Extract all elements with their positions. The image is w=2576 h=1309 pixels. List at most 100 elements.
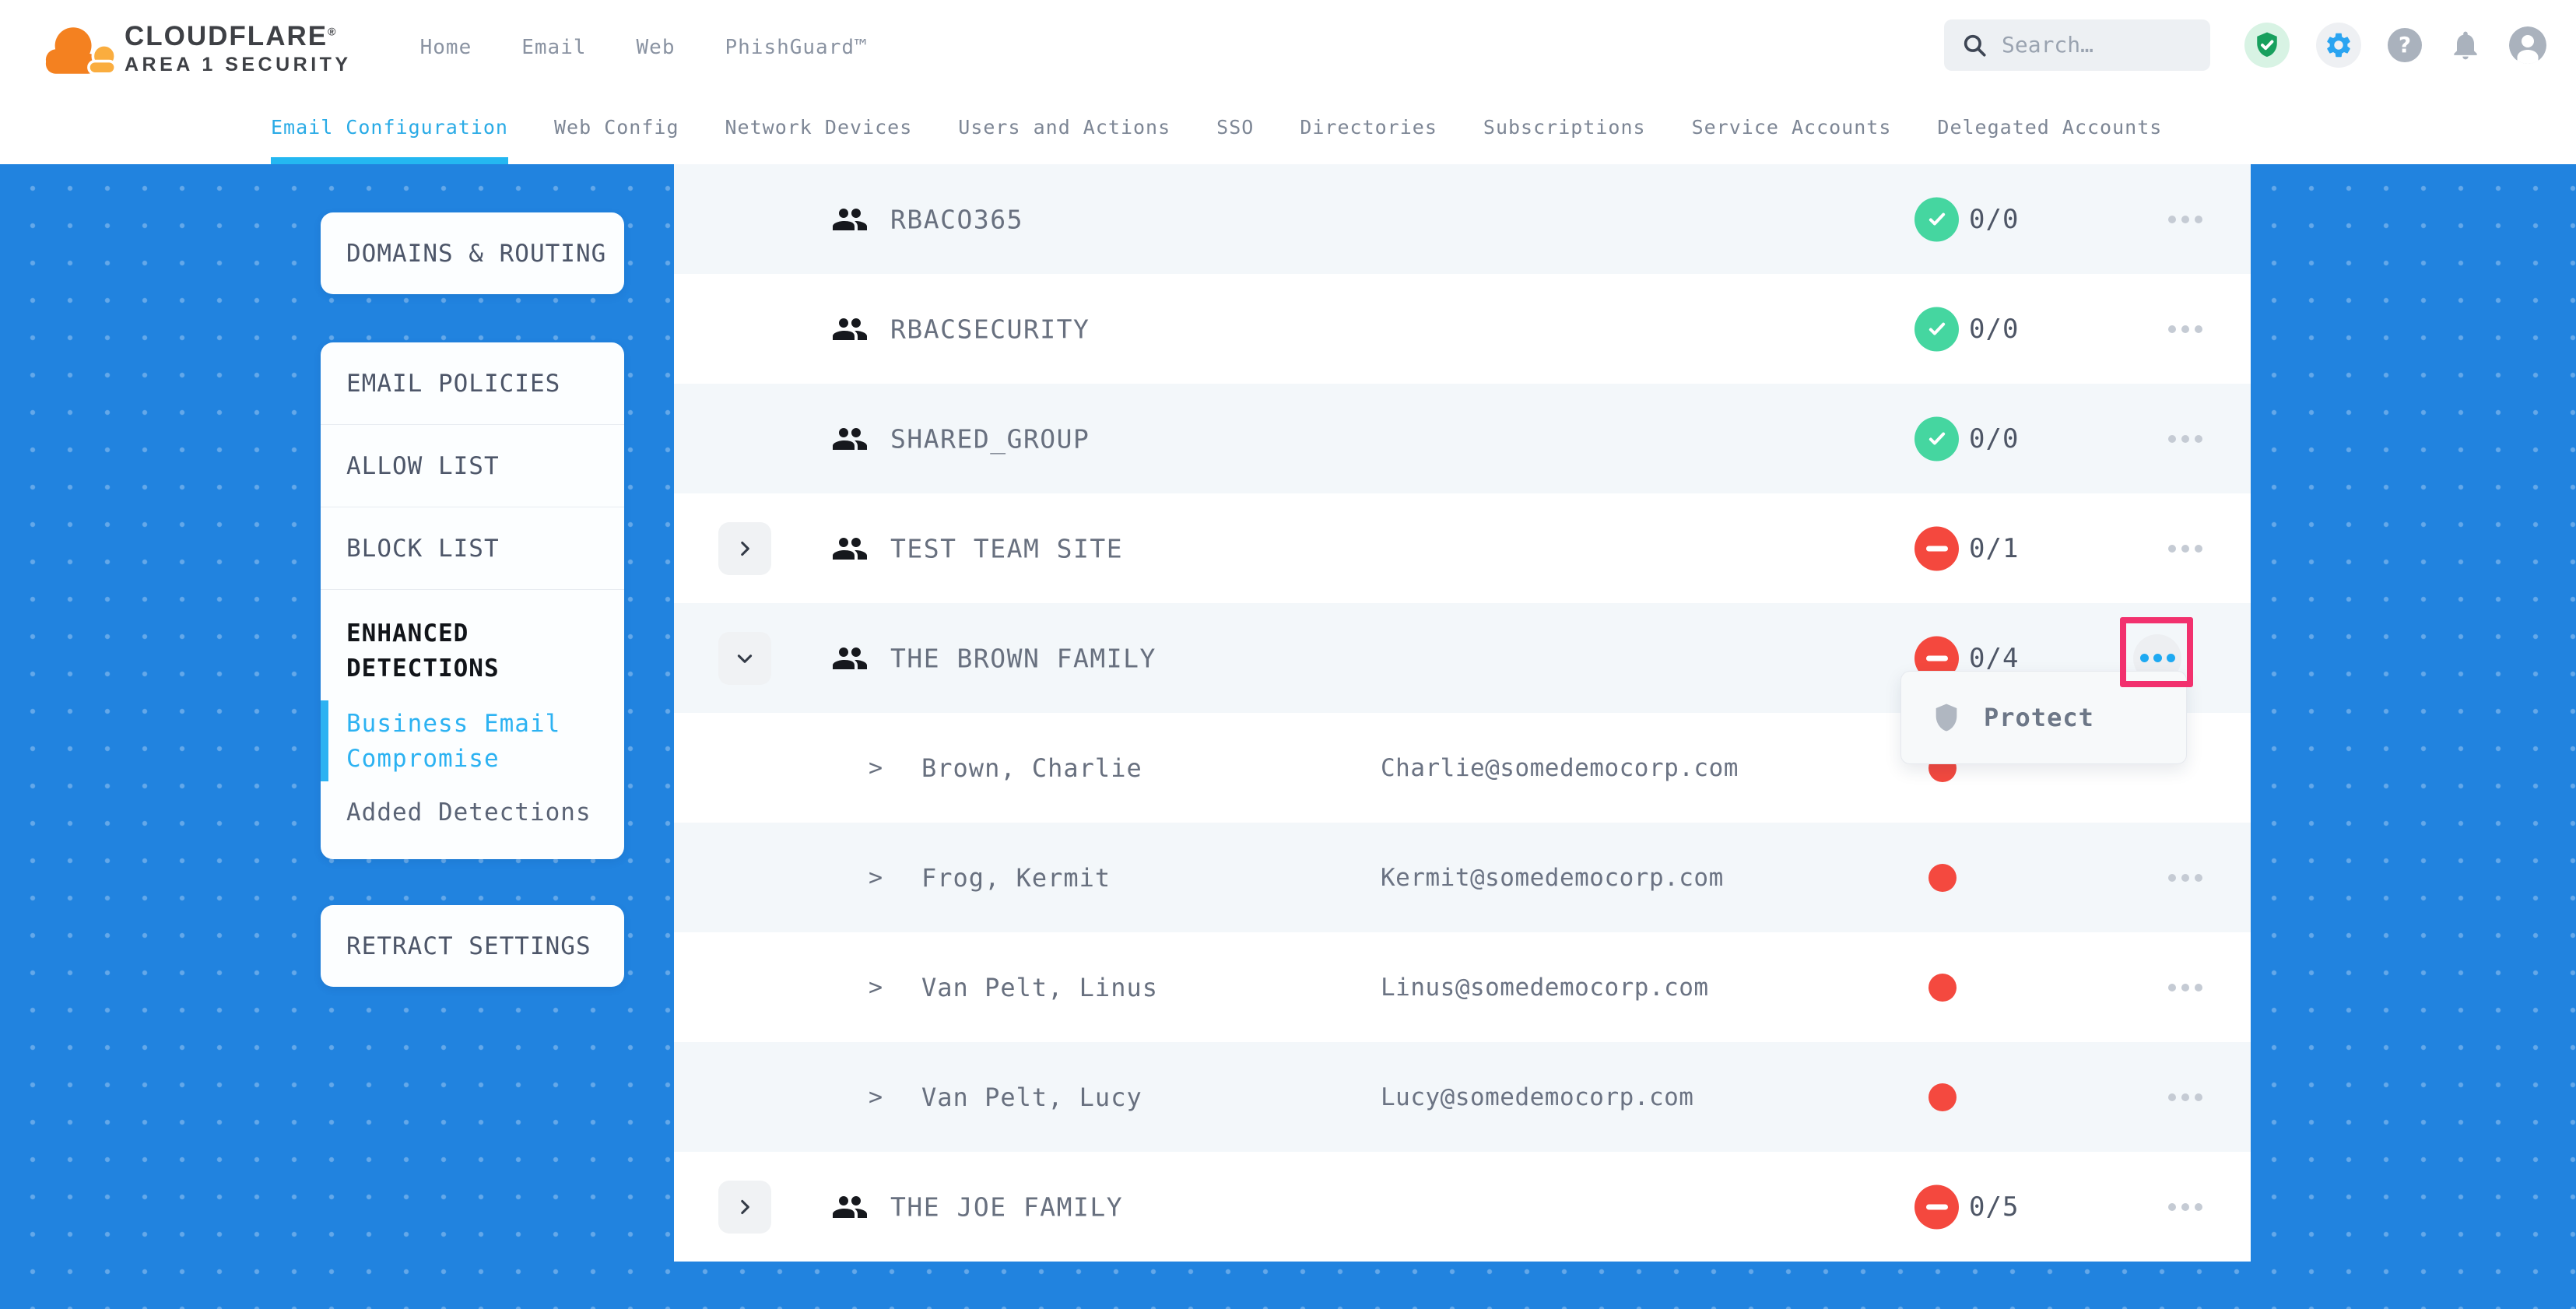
status-red-dot bbox=[1928, 974, 1957, 1002]
search-box[interactable] bbox=[1944, 19, 2210, 71]
protected-count: 0/0 bbox=[1969, 204, 2019, 235]
tab-subscriptions[interactable]: Subscriptions bbox=[1483, 89, 1646, 164]
sidebar-card-retract-settings[interactable]: RETRACT SETTINGS bbox=[321, 905, 624, 987]
group-name: SHARED_GROUP bbox=[890, 423, 1090, 454]
tab-service-accounts[interactable]: Service Accounts bbox=[1692, 89, 1892, 164]
person-name: Van Pelt, Lucy bbox=[921, 1083, 1142, 1112]
cloudflare-logo[interactable]: CLOUDFLARE® AREA 1 SECURITY bbox=[45, 9, 352, 82]
chevron-right-icon[interactable]: > bbox=[869, 754, 883, 781]
brand-reg-mark: ® bbox=[328, 25, 337, 37]
group-table-panel: RBACO3650/0 RBACSECURITY 0/0 SHARED_GROUP 0/… bbox=[674, 164, 2251, 1262]
tab-delegated-accounts[interactable]: Delegated Accounts bbox=[1937, 89, 2162, 164]
active-item-indicator-bar bbox=[321, 700, 328, 781]
nav-link-home[interactable]: Home bbox=[420, 36, 472, 59]
cloudflare-cloud-icon bbox=[45, 19, 117, 82]
nav-link-email[interactable]: Email bbox=[521, 36, 586, 59]
group-icon bbox=[831, 642, 869, 675]
status-ok-badge bbox=[1914, 197, 1959, 241]
sidebar-card-policies: EMAIL POLICIES ALLOW LIST BLOCK LIST ENH… bbox=[321, 342, 624, 859]
brand-line1: CLOUDFLARE bbox=[125, 21, 328, 51]
person-name: Van Pelt, Linus bbox=[921, 973, 1158, 1002]
account-button[interactable] bbox=[2509, 26, 2546, 64]
sidebar-item-allow-list[interactable]: ALLOW LIST bbox=[321, 425, 624, 507]
help-icon: ? bbox=[2388, 28, 2422, 62]
table-row: RBACO3650/0 bbox=[674, 164, 2251, 274]
expand-group-button[interactable] bbox=[718, 1181, 771, 1234]
chevron-right-icon bbox=[735, 539, 755, 559]
brand-line2: AREA 1 SECURITY bbox=[125, 55, 352, 75]
status-blocked-badge bbox=[1914, 526, 1959, 570]
sidebar-section-enhanced-detections: ENHANCED DETECTIONS Business Email Compr… bbox=[321, 590, 624, 859]
person-email: Kermit@somedemocorp.com bbox=[1381, 864, 1724, 892]
group-icon bbox=[831, 1191, 869, 1223]
brand-text: CLOUDFLARE® AREA 1 SECURITY bbox=[125, 23, 352, 75]
group-name: RBACSECURITY bbox=[890, 314, 1090, 344]
group-name: THE JOE FAMILY bbox=[890, 1191, 1123, 1222]
secondary-tabbar: Email Configuration Web Config Network D… bbox=[0, 89, 2576, 164]
sidebar-card-domains-routing[interactable]: DOMAINS & ROUTING bbox=[321, 212, 624, 294]
sidebar-item-retract-settings[interactable]: RETRACT SETTINGS bbox=[321, 932, 591, 960]
shield-check-icon bbox=[2253, 31, 2281, 59]
sidebar-item-email-policies[interactable]: EMAIL POLICIES bbox=[321, 342, 624, 425]
status-red-dot bbox=[1928, 1083, 1957, 1111]
collapse-group-button[interactable] bbox=[718, 632, 771, 685]
shield-icon bbox=[1931, 700, 1962, 735]
sidebar-item-business-email-compromise[interactable]: Business Email Compromise bbox=[346, 707, 598, 777]
tab-email-configuration[interactable]: Email Configuration bbox=[271, 89, 508, 164]
gear-icon bbox=[2324, 30, 2353, 60]
group-icon bbox=[831, 532, 869, 565]
chevron-right-icon[interactable]: > bbox=[869, 1083, 883, 1111]
group-name: TEST TEAM SITE bbox=[890, 533, 1123, 563]
settings-button[interactable] bbox=[2316, 23, 2361, 68]
search-icon bbox=[1961, 32, 1988, 58]
avatar-icon bbox=[2509, 26, 2546, 64]
nav-link-web[interactable]: Web bbox=[637, 36, 676, 59]
notifications-button[interactable] bbox=[2448, 28, 2483, 62]
table-row: SHARED_GROUP 0/0 bbox=[674, 384, 2251, 493]
help-button[interactable]: ? bbox=[2388, 28, 2422, 62]
row-actions-menu-button[interactable] bbox=[2165, 429, 2206, 449]
bell-icon bbox=[2448, 28, 2483, 62]
chevron-right-icon[interactable]: > bbox=[869, 974, 883, 1001]
status-ok-badge bbox=[1914, 307, 1959, 351]
table-row: >Frog, KermitKermit@somedemocorp.com bbox=[674, 823, 2251, 932]
bec-label: Business Email Compromise bbox=[346, 710, 560, 773]
group-icon bbox=[831, 423, 869, 455]
sidebar-item-domains-routing[interactable]: DOMAINS & ROUTING bbox=[321, 240, 606, 268]
expand-group-button[interactable] bbox=[718, 522, 771, 575]
tab-web-config[interactable]: Web Config bbox=[554, 89, 679, 164]
protected-count: 0/0 bbox=[1969, 314, 2019, 345]
group-icon bbox=[831, 313, 869, 346]
table-row: > Van Pelt, Lucy Lucy@somedemocorp.com bbox=[674, 1042, 2251, 1152]
tab-directories[interactable]: Directories bbox=[1300, 89, 1437, 164]
row-actions-menu-button[interactable] bbox=[2165, 1087, 2206, 1107]
row-actions-menu-button[interactable] bbox=[2165, 209, 2206, 230]
security-status-button[interactable] bbox=[2244, 23, 2290, 68]
enhanced-detections-heading: ENHANCED DETECTIONS bbox=[346, 616, 598, 686]
chevron-right-icon[interactable]: > bbox=[869, 864, 883, 891]
protected-count: 0/4 bbox=[1969, 643, 2019, 674]
top-nav: Home Email Web PhishGuard™ bbox=[420, 36, 868, 59]
status-red-dot bbox=[1928, 864, 1957, 892]
row-actions-menu-button[interactable] bbox=[2165, 539, 2206, 559]
sidebar-item-added-detections[interactable]: Added Detections bbox=[346, 798, 598, 826]
protected-count: 0/0 bbox=[1969, 423, 2019, 454]
person-email: Lucy@somedemocorp.com bbox=[1381, 1083, 1693, 1111]
table-row: TEST TEAM SITE0/1 bbox=[674, 493, 2251, 603]
chevron-right-icon bbox=[735, 1197, 755, 1217]
tab-network-devices[interactable]: Network Devices bbox=[725, 89, 913, 164]
row-actions-menu-button[interactable] bbox=[2165, 1197, 2206, 1217]
row-actions-menu-button[interactable] bbox=[2165, 319, 2206, 339]
sidebar-item-block-list[interactable]: BLOCK LIST bbox=[321, 507, 624, 590]
nav-link-phishguard[interactable]: PhishGuard™ bbox=[725, 36, 867, 59]
search-input[interactable] bbox=[2000, 31, 2174, 58]
row-actions-menu-button[interactable] bbox=[2165, 977, 2206, 998]
tab-users-and-actions[interactable]: Users and Actions bbox=[958, 89, 1170, 164]
protected-count: 0/5 bbox=[1969, 1191, 2019, 1223]
tab-sso[interactable]: SSO bbox=[1216, 89, 1254, 164]
status-ok-badge bbox=[1914, 416, 1959, 461]
row-actions-menu-button[interactable] bbox=[2165, 868, 2206, 888]
menu-item-protect[interactable]: Protect bbox=[1984, 703, 2094, 732]
table-row: >Van Pelt, LinusLinus@somedemocorp.com bbox=[674, 932, 2251, 1042]
person-name: Brown, Charlie bbox=[921, 753, 1142, 783]
